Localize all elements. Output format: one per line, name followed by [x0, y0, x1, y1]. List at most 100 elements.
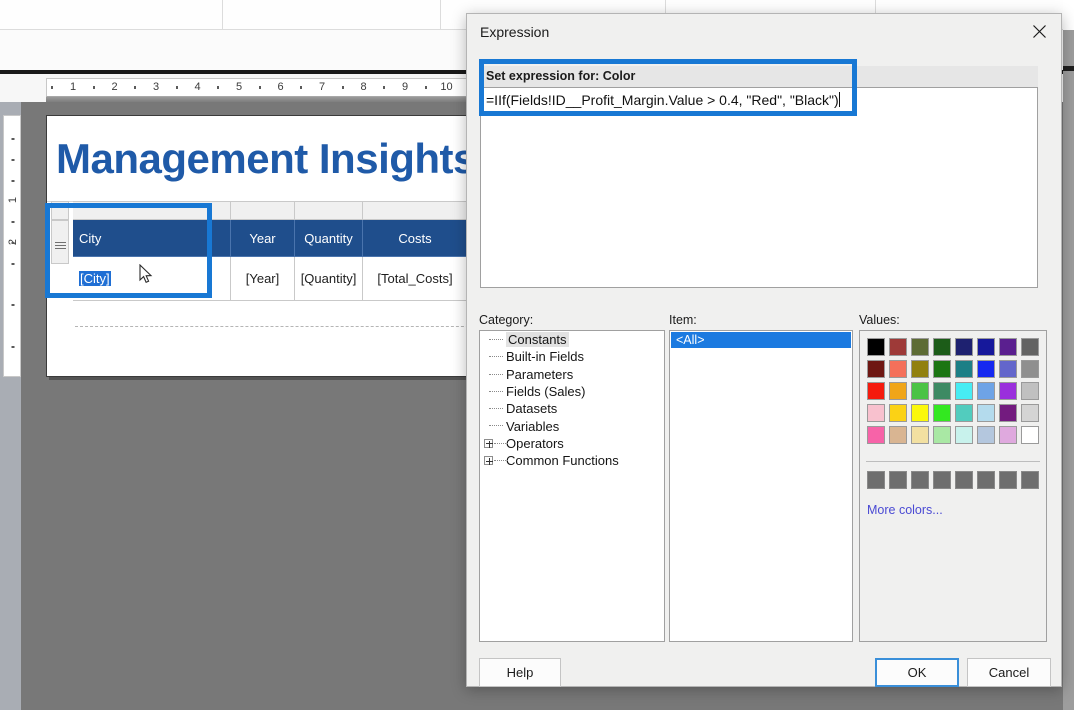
tablix-header-cell[interactable]: Quantity	[295, 220, 363, 257]
color-swatch[interactable]	[889, 426, 907, 444]
color-swatch[interactable]	[999, 338, 1017, 356]
color-swatch[interactable]	[955, 426, 973, 444]
color-swatch[interactable]	[911, 426, 929, 444]
recent-color-swatch[interactable]	[977, 471, 995, 489]
ruler-minor-tick	[11, 242, 15, 244]
color-swatch[interactable]	[867, 360, 885, 378]
color-swatch[interactable]	[977, 404, 995, 422]
color-swatch[interactable]	[1021, 426, 1039, 444]
category-tree-item[interactable]: Variables	[480, 417, 664, 434]
category-tree-item[interactable]: Fields (Sales)	[480, 383, 664, 400]
category-tree-item[interactable]: Datasets	[480, 400, 664, 417]
ruler-minor-tick	[383, 86, 386, 89]
color-swatch[interactable]	[1021, 382, 1039, 400]
cancel-button[interactable]: Cancel	[967, 658, 1051, 687]
item-label: Item:	[669, 313, 697, 327]
tablix-column-handle[interactable]	[363, 201, 468, 220]
expression-dialog[interactable]: Expression =IIf(Fields!ID__Profit_Margin…	[466, 13, 1062, 687]
color-swatch[interactable]	[999, 382, 1017, 400]
category-tree-item-label: Parameters	[506, 366, 574, 382]
recent-color-swatch[interactable]	[999, 471, 1017, 489]
category-tree-item[interactable]: Operators	[480, 435, 664, 452]
dialog-titlebar[interactable]: Expression	[467, 14, 1061, 51]
more-colors-link[interactable]: More colors...	[867, 503, 943, 517]
tablix-header-cell[interactable]: Year	[231, 220, 295, 257]
color-swatch[interactable]	[1021, 360, 1039, 378]
color-swatch[interactable]	[911, 360, 929, 378]
help-button[interactable]: Help	[479, 658, 561, 687]
color-swatch[interactable]	[933, 426, 951, 444]
category-tree-item-label: Constants	[506, 332, 569, 348]
ok-button[interactable]: OK	[875, 658, 959, 687]
report-title[interactable]: Management Insights	[56, 130, 497, 188]
category-tree-item[interactable]: Parameters	[480, 366, 664, 383]
recent-color-swatch[interactable]	[867, 471, 885, 489]
recent-color-swatch[interactable]	[1021, 471, 1039, 489]
item-list-option[interactable]: <All>	[671, 332, 851, 348]
tablix-detail-cell[interactable]: [Total_Costs]	[363, 257, 468, 301]
expand-plus-icon[interactable]	[484, 456, 493, 466]
color-swatch[interactable]	[889, 338, 907, 356]
recent-color-swatch[interactable]	[955, 471, 973, 489]
color-swatch[interactable]	[955, 404, 973, 422]
color-swatch[interactable]	[999, 404, 1017, 422]
color-swatch[interactable]	[911, 338, 929, 356]
color-swatch[interactable]	[933, 338, 951, 356]
color-swatch[interactable]	[977, 360, 995, 378]
color-swatch-grid[interactable]	[867, 338, 1039, 448]
color-swatch[interactable]	[933, 382, 951, 400]
color-swatch[interactable]	[933, 404, 951, 422]
color-swatch[interactable]	[889, 360, 907, 378]
ruler-minor-tick	[51, 86, 54, 89]
category-tree-item-label: Variables	[506, 418, 560, 434]
color-swatch[interactable]	[889, 382, 907, 400]
tree-connector	[494, 442, 508, 444]
ribbon-cell-2[interactable]	[223, 0, 441, 30]
tablix-header-cell[interactable]: Costs	[363, 220, 468, 257]
tablix-column-handle[interactable]	[295, 201, 363, 220]
vertical-ruler[interactable]: 12	[3, 115, 21, 377]
color-swatch[interactable]	[977, 338, 995, 356]
ruler-tick: 5	[235, 81, 243, 93]
color-swatch[interactable]	[999, 360, 1017, 378]
recent-color-swatch[interactable]	[889, 471, 907, 489]
color-swatch[interactable]	[911, 404, 929, 422]
color-swatch[interactable]	[977, 382, 995, 400]
close-icon[interactable]	[1017, 14, 1061, 48]
color-swatch[interactable]	[999, 426, 1017, 444]
category-tree-item[interactable]: Common Functions	[480, 452, 664, 469]
color-swatch[interactable]	[955, 338, 973, 356]
color-swatch[interactable]	[867, 426, 885, 444]
ruler-minor-tick	[11, 138, 15, 140]
color-swatch[interactable]	[1021, 338, 1039, 356]
category-tree-item-label: Datasets	[506, 401, 558, 417]
ribbon-cell-1[interactable]	[0, 0, 223, 30]
color-swatch[interactable]	[867, 404, 885, 422]
tree-connector	[489, 390, 503, 392]
color-swatch[interactable]	[867, 382, 885, 400]
color-swatch[interactable]	[1021, 404, 1039, 422]
recent-color-swatch[interactable]	[933, 471, 951, 489]
ruler-minor-tick	[300, 86, 303, 89]
tablix-detail-cell[interactable]: [Quantity]	[295, 257, 363, 301]
color-swatch-row	[867, 382, 1039, 400]
color-swatch[interactable]	[933, 360, 951, 378]
tree-connector	[489, 339, 503, 340]
tablix-detail-cell[interactable]: [Year]	[231, 257, 295, 301]
item-list[interactable]: <All>	[669, 330, 853, 642]
color-swatch[interactable]	[955, 360, 973, 378]
color-swatch[interactable]	[867, 338, 885, 356]
values-palette[interactable]: More colors...	[859, 330, 1047, 642]
recent-color-swatch[interactable]	[911, 471, 929, 489]
color-swatch[interactable]	[911, 382, 929, 400]
expression-textarea[interactable]: =IIf(Fields!ID__Profit_Margin.Value > 0.…	[480, 87, 1038, 288]
color-swatch[interactable]	[889, 404, 907, 422]
category-tree-item[interactable]: Built-in Fields	[480, 348, 664, 365]
color-swatch[interactable]	[977, 426, 995, 444]
recent-colors-row[interactable]	[867, 471, 1039, 493]
category-tree-item[interactable]: Constants	[480, 331, 664, 348]
expand-plus-icon[interactable]	[484, 438, 493, 448]
tablix-column-handle[interactable]	[231, 201, 295, 220]
category-tree[interactable]: Constants Built-in Fields Parameters Fields…	[479, 330, 665, 642]
color-swatch[interactable]	[955, 382, 973, 400]
